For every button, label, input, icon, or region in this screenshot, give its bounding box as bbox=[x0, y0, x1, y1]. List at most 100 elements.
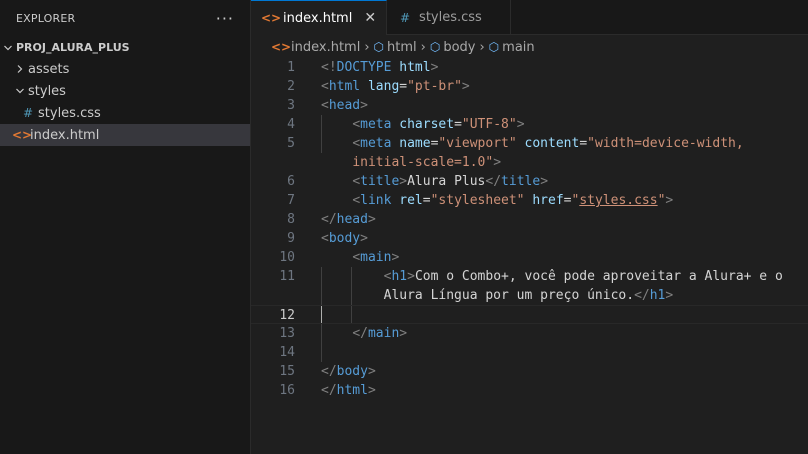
code-line[interactable]: 6 <title>Alura Plus</title> bbox=[251, 172, 808, 191]
code-token: "UTF-8" bbox=[461, 117, 517, 132]
code-token: title bbox=[360, 174, 400, 189]
code-text: <title>Alura Plus</title> bbox=[321, 172, 548, 191]
tab-index-html[interactable]: <> index.html ✕ bbox=[251, 0, 388, 35]
tab-styles-css[interactable]: # styles.css bbox=[387, 0, 511, 35]
code-token: </ bbox=[485, 174, 502, 189]
code-line[interactable]: 7 <link rel="stylesheet" href="styles.cs… bbox=[251, 191, 808, 210]
code-line[interactable]: 10 <main> bbox=[251, 248, 808, 267]
css-file-icon: # bbox=[22, 106, 34, 120]
code-token: body bbox=[336, 364, 368, 379]
line-number: 14 bbox=[279, 345, 295, 360]
line-number: 6 bbox=[287, 174, 295, 189]
tree-item-label: assets bbox=[28, 61, 70, 77]
chevron-right-icon: › bbox=[364, 39, 370, 55]
code-token: < bbox=[321, 231, 329, 246]
tree-item-assets[interactable]: assets bbox=[0, 58, 250, 80]
code-token: html bbox=[328, 79, 361, 94]
code-token: < bbox=[352, 117, 361, 132]
code-text: Alura Língua por um preço único.</h1> bbox=[321, 286, 674, 305]
code-token: = bbox=[399, 79, 408, 94]
code-line[interactable]: 4 <meta charset="UTF-8"> bbox=[251, 115, 808, 134]
line-number: 11 bbox=[279, 269, 295, 284]
tree-item-styles-css[interactable]: # styles.css bbox=[0, 102, 250, 124]
html-file-icon: <> bbox=[271, 40, 292, 54]
code-token: h1 bbox=[391, 269, 408, 284]
code-text: <body> bbox=[321, 229, 368, 248]
tree-item-index-html[interactable]: <> index.html bbox=[0, 124, 250, 146]
code-token: < bbox=[352, 136, 361, 151]
more-actions-icon[interactable]: ··· bbox=[216, 9, 234, 28]
line-number: 16 bbox=[279, 383, 295, 398]
tab-label: styles.css bbox=[419, 10, 482, 25]
line-number: 15 bbox=[279, 364, 295, 379]
code-token: < bbox=[321, 79, 329, 94]
code-token: </ bbox=[352, 326, 368, 341]
code-line[interactable]: 11 <h1>Com o Combo+, você pode aproveita… bbox=[251, 267, 808, 286]
code-token: > bbox=[399, 326, 408, 341]
code-editor[interactable]: 1 <!DOCTYPE html> 2 <html lang="pt-br"> 3 <he… bbox=[251, 58, 808, 454]
code-line[interactable]: initial-scale=1.0"> bbox=[251, 153, 808, 172]
code-line[interactable]: 16 </html> bbox=[251, 381, 808, 400]
code-token: styles.css bbox=[579, 193, 658, 208]
line-number: 7 bbox=[287, 193, 295, 208]
code-text: initial-scale=1.0"> bbox=[321, 153, 501, 172]
code-text: <h1>Com o Combo+, você pode aproveitar a… bbox=[321, 267, 783, 286]
code-token: < bbox=[321, 98, 329, 113]
tree-item-label: styles.css bbox=[38, 105, 101, 121]
code-token: html bbox=[399, 60, 431, 75]
tab-label: index.html bbox=[283, 10, 353, 26]
code-line[interactable]: 5 <meta name="viewport" content="width=d… bbox=[251, 134, 808, 153]
code-line[interactable]: 3 <head> bbox=[251, 96, 808, 115]
code-token: lang bbox=[367, 79, 400, 94]
chevron-right-icon: › bbox=[479, 39, 485, 55]
code-text: <meta name="viewport" content="width=dev… bbox=[321, 134, 744, 153]
code-token: link bbox=[360, 193, 392, 208]
code-line[interactable]: 2 <html lang="pt-br"> bbox=[251, 77, 808, 96]
code-token: = bbox=[579, 136, 588, 151]
project-folder[interactable]: PROJ_ALURA_PLUS bbox=[0, 36, 250, 58]
tree-item-styles[interactable]: styles bbox=[0, 80, 250, 102]
code-line[interactable]: 12 bbox=[251, 305, 808, 324]
code-token: > bbox=[665, 193, 674, 208]
text-cursor bbox=[321, 306, 322, 323]
code-token: = bbox=[422, 193, 431, 208]
code-text: </main> bbox=[321, 324, 407, 343]
code-token: > bbox=[540, 174, 549, 189]
line-number: 3 bbox=[287, 98, 295, 113]
code-line[interactable]: 13 </main> bbox=[251, 324, 808, 343]
code-token: head bbox=[328, 98, 361, 113]
breadcrumb-item-file[interactable]: index.html bbox=[291, 40, 360, 55]
code-line[interactable]: 1 <!DOCTYPE html> bbox=[251, 58, 808, 77]
code-token: html bbox=[336, 383, 368, 398]
code-line[interactable]: Alura Língua por um preço único.</h1> bbox=[251, 286, 808, 305]
line-number: 10 bbox=[279, 250, 295, 265]
code-token: "width=device-width, bbox=[587, 136, 744, 151]
code-token: </ bbox=[321, 364, 337, 379]
breadcrumb-item-main[interactable]: main bbox=[502, 40, 534, 55]
code-token: rel bbox=[399, 193, 423, 208]
code-token: > bbox=[367, 364, 376, 379]
code-token: </ bbox=[321, 212, 337, 227]
code-token: > bbox=[430, 60, 439, 75]
chevron-down-icon bbox=[0, 41, 16, 54]
code-line[interactable]: 15 </body> bbox=[251, 362, 808, 381]
code-line[interactable]: 8 </head> bbox=[251, 210, 808, 229]
code-token: head bbox=[336, 212, 368, 227]
code-token: > bbox=[493, 155, 502, 170]
code-line[interactable]: 9 <body> bbox=[251, 229, 808, 248]
breadcrumb-item-body[interactable]: body bbox=[443, 40, 475, 55]
code-text: <!DOCTYPE html> bbox=[321, 58, 438, 77]
cube-icon: ⬡ bbox=[488, 40, 500, 54]
line-number: 1 bbox=[287, 60, 295, 75]
close-icon[interactable]: ✕ bbox=[364, 10, 376, 26]
breadcrumb-item-html[interactable]: html bbox=[387, 40, 417, 55]
code-line[interactable]: 14 bbox=[251, 343, 808, 362]
